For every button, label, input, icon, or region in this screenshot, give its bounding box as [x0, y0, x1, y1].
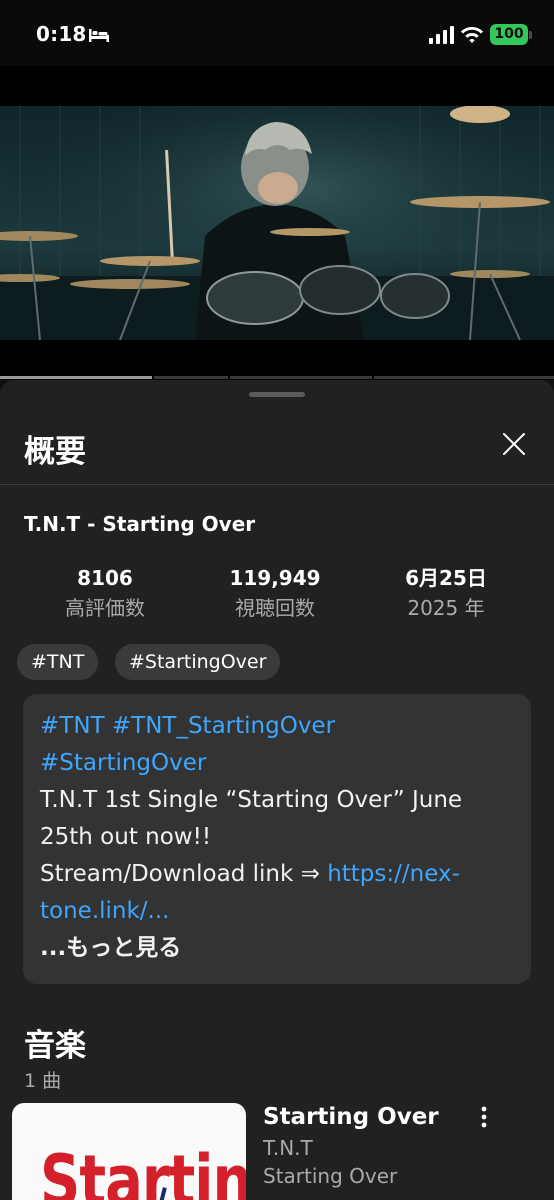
chapter-marker: [372, 376, 374, 379]
description-box[interactable]: #TNT #TNT_StartingOver #StartingOver T.N…: [23, 694, 531, 984]
views-count: 119,949: [229, 566, 321, 590]
video-frame-drummer: [0, 106, 554, 340]
cellular-signal-icon: [429, 26, 454, 44]
sheet-drag-handle[interactable]: [249, 392, 305, 397]
description-text-line2: 25th out now!!: [40, 824, 212, 850]
battery-tip: [529, 31, 532, 39]
music-section-title: 音楽: [24, 1028, 86, 1064]
thumbnail-artwork-text: Starting: [40, 1141, 246, 1200]
show-more-button[interactable]: ...もっと見る: [40, 934, 181, 962]
hashtag-chip-startingover[interactable]: #StartingOver: [115, 644, 281, 680]
video-progress-bar[interactable]: [0, 376, 554, 379]
publish-year: 2025 年: [407, 596, 485, 620]
description-text-line1: T.N.T 1st Single “Starting Over” June: [40, 787, 463, 813]
more-vertical-icon: [481, 1106, 487, 1128]
battery-indicator: 100: [490, 24, 528, 45]
sleep-bed-icon: [89, 29, 109, 42]
video-player[interactable]: [0, 66, 554, 380]
video-progress-fill: [0, 376, 153, 379]
wifi-icon: [461, 27, 483, 43]
stat-date: 6月25日 2025 年: [366, 566, 526, 620]
description-text-line3: Stream/Download link ⇒ https://nex-: [40, 860, 460, 888]
status-bar: 0:18 100: [0, 0, 554, 66]
description-hashtags-line1[interactable]: #TNT #TNT_StartingOver: [40, 712, 335, 740]
video-title: T.N.T - Starting Over: [24, 512, 256, 536]
description-hashtags-line2[interactable]: #StartingOver: [40, 749, 206, 777]
song-artist: T.N.T: [263, 1136, 313, 1160]
stat-views: 119,949 視聴回数: [195, 566, 355, 620]
stat-likes: 8106 高評価数: [25, 566, 185, 620]
song-album: Starting Over: [263, 1164, 398, 1188]
song-thumbnail[interactable]: Starting: [12, 1103, 246, 1200]
views-label: 視聴回数: [235, 596, 315, 620]
description-link[interactable]: https://nex-: [327, 861, 460, 887]
likes-label: 高評価数: [65, 596, 145, 620]
description-sheet: 概要 T.N.T - Starting Over 8106 高評価数 119,9…: [0, 380, 554, 1200]
hashtag-chip-tnt[interactable]: #TNT: [17, 644, 99, 680]
song-title[interactable]: Starting Over: [263, 1104, 439, 1130]
song-more-options-button[interactable]: [472, 1102, 496, 1132]
chapter-marker: [228, 376, 230, 379]
music-song-count: 1 曲: [24, 1070, 62, 1092]
chapter-marker: [152, 376, 154, 379]
close-icon: [503, 433, 525, 455]
close-button[interactable]: [496, 426, 532, 462]
likes-count: 8106: [77, 566, 133, 590]
sheet-title: 概要: [24, 434, 86, 470]
sheet-divider: [0, 484, 554, 485]
publish-date: 6月25日: [405, 566, 487, 590]
description-link-continued[interactable]: tone.link/...: [40, 897, 170, 925]
description-link-prefix: Stream/Download link ⇒: [40, 861, 328, 887]
status-time: 0:18: [36, 22, 87, 46]
